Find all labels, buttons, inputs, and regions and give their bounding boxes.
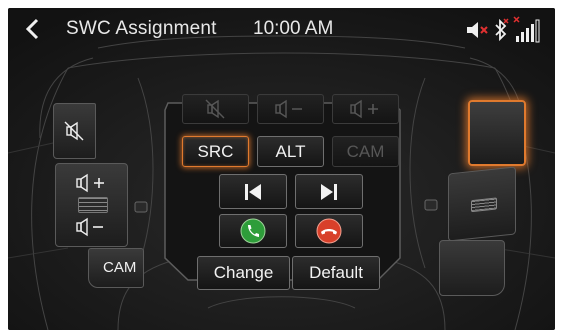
right-lower-button[interactable] xyxy=(439,240,505,296)
screen: SWC Assignment 10:00 AM CAM SRC ALT CAM … xyxy=(8,8,555,330)
status-icons xyxy=(465,16,545,44)
change-button[interactable]: Change xyxy=(197,256,290,290)
status-bar: SWC Assignment 10:00 AM xyxy=(8,8,555,50)
right-upper-button[interactable] xyxy=(468,100,526,166)
mute-icon xyxy=(205,99,224,119)
left-scroll-wheel[interactable] xyxy=(78,197,108,213)
signal-no-service-icon xyxy=(513,16,540,43)
left-cam-label: CAM xyxy=(103,259,137,276)
hangup-call-button[interactable] xyxy=(295,214,363,248)
left-volume-rocker[interactable] xyxy=(55,163,128,247)
skip-next-icon xyxy=(321,183,337,200)
page-title: SWC Assignment xyxy=(66,18,217,39)
left-volume-up-button[interactable] xyxy=(74,172,110,194)
center-volume-up-button[interactable] xyxy=(332,94,399,124)
phone-hangup-icon xyxy=(316,218,342,244)
clock: 10:00 AM xyxy=(253,18,334,39)
center-mute-button[interactable] xyxy=(182,94,249,124)
left-volume-down-button[interactable] xyxy=(74,216,110,238)
chevron-left-icon xyxy=(25,18,39,40)
default-label: Default xyxy=(309,263,363,282)
cam-label: CAM xyxy=(346,141,385,161)
src-button[interactable]: SRC xyxy=(182,136,249,167)
src-label: SRC xyxy=(197,141,234,161)
alt-button[interactable]: ALT xyxy=(257,136,324,167)
alt-label: ALT xyxy=(275,141,306,161)
change-label: Change xyxy=(213,263,274,282)
right-scroll-wheel xyxy=(471,197,497,213)
cam-button[interactable]: CAM xyxy=(332,136,399,167)
answer-call-button[interactable] xyxy=(219,214,287,248)
mute-icon xyxy=(64,121,84,141)
back-button[interactable] xyxy=(24,17,42,41)
skip-previous-icon xyxy=(245,183,261,200)
bluetooth-off-icon xyxy=(495,18,509,42)
left-cam-button[interactable]: CAM xyxy=(88,248,144,288)
volume-down-icon xyxy=(274,99,302,119)
volume-up-icon xyxy=(349,99,378,119)
previous-track-button[interactable] xyxy=(219,174,287,209)
speaker-muted-icon xyxy=(467,22,488,38)
volume-up-icon xyxy=(76,173,104,193)
left-mute-button[interactable] xyxy=(53,103,96,159)
right-scroll-button[interactable] xyxy=(448,166,516,242)
phone-answer-icon xyxy=(240,218,266,244)
default-button[interactable]: Default xyxy=(292,256,380,290)
next-track-button[interactable] xyxy=(295,174,363,209)
volume-down-icon xyxy=(76,217,103,237)
center-volume-down-button[interactable] xyxy=(257,94,324,124)
